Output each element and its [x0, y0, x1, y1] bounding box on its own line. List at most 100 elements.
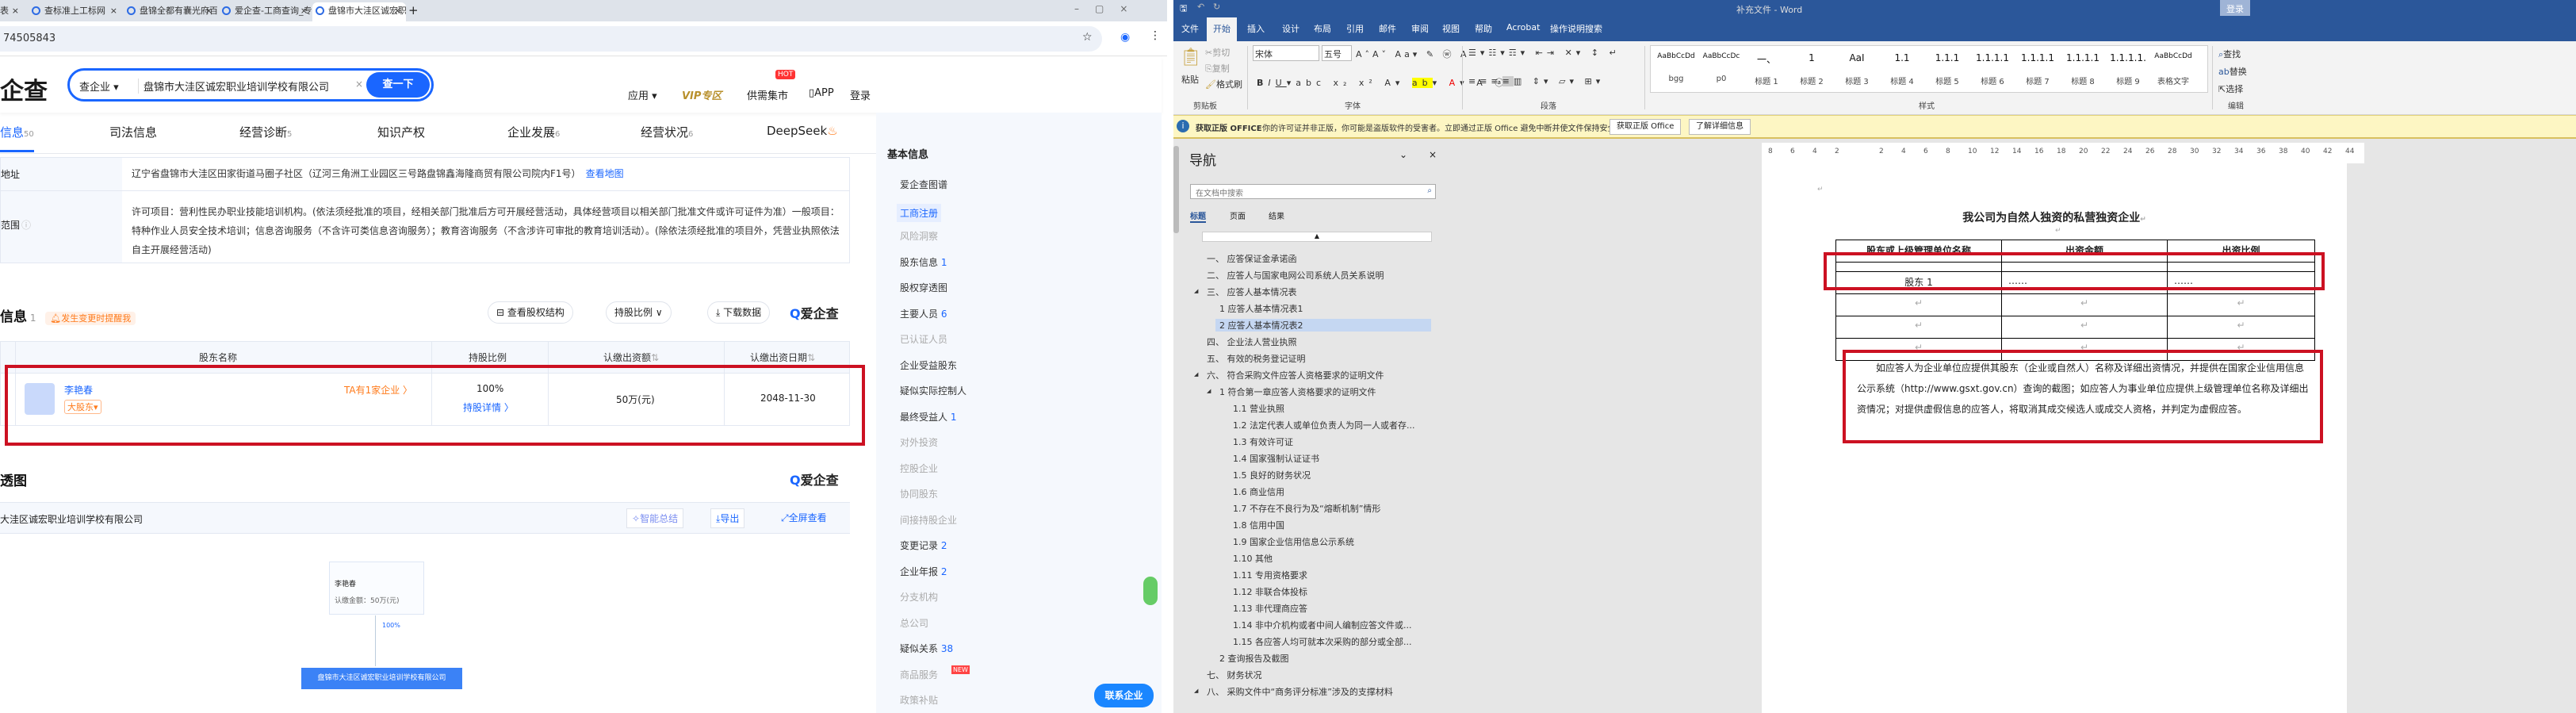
- nav-heading-item[interactable]: 2 查询报告及截图: [1219, 652, 1289, 665]
- redo-icon[interactable]: ↻: [1213, 2, 1220, 12]
- sidebar-item[interactable]: 风险洞察: [900, 229, 938, 243]
- nav-heading-item[interactable]: 1.15 各应答人均可就本次采购的部分或全部...: [1233, 635, 1411, 648]
- nav-heading-item[interactable]: 1.14 非中介机构或者中间人编制应答文件或...: [1233, 619, 1411, 631]
- style-label[interactable]: 标题 8: [2061, 75, 2105, 86]
- style-preview[interactable]: 1.1.1: [1925, 52, 1969, 63]
- expand-arrow-icon[interactable]: ◢: [1194, 688, 1198, 694]
- font-name-select[interactable]: 宋体: [1253, 45, 1319, 61]
- ribbon-tab[interactable]: 邮件: [1379, 22, 1396, 35]
- style-preview[interactable]: AaI: [1835, 52, 1879, 63]
- view-structure-button[interactable]: ⊟ 查看股权结构: [488, 301, 573, 324]
- style-preview[interactable]: AaBbCcDc: [1699, 52, 1743, 60]
- paste-button[interactable]: 粘贴: [1181, 73, 1199, 86]
- sidebar-item[interactable]: 股东信息 1: [900, 255, 947, 269]
- nav-heading-item[interactable]: 二、 应答人与国家电网公司系统人员关系说明: [1207, 269, 1384, 282]
- nav-heading-item[interactable]: 四、 企业法人营业执照: [1207, 335, 1297, 348]
- nav-heading-item[interactable]: 1.11 专用资格要求: [1233, 569, 1307, 581]
- style-label[interactable]: 标题 7: [2015, 75, 2060, 86]
- nav-tab-results[interactable]: 结果: [1269, 209, 1284, 221]
- nav-heading-item[interactable]: 1.8 信用中国: [1233, 519, 1284, 531]
- scroll-up-button[interactable]: ▲: [1202, 232, 1432, 242]
- doc-cell[interactable]: ↵: [2167, 293, 2315, 316]
- style-label[interactable]: 标题 6: [1970, 75, 2015, 86]
- doc-cell[interactable]: ↵: [2167, 316, 2315, 339]
- nav-heading-item[interactable]: 1.5 良好的财务状况: [1233, 469, 1311, 481]
- expand-arrow-icon[interactable]: ◢: [1194, 288, 1198, 294]
- market-link[interactable]: 供需集市: [747, 87, 788, 102]
- doc-cell[interactable]: ↵: [1835, 316, 2002, 339]
- sidebar-item[interactable]: 股权穿透图: [900, 281, 947, 294]
- nav-heading-item[interactable]: 1.3 有效许可证: [1233, 435, 1293, 448]
- doc-cell[interactable]: ↵: [2001, 293, 2168, 316]
- site-logo[interactable]: 爱企查: [0, 71, 48, 106]
- sidebar-item[interactable]: 变更记录 2: [900, 539, 947, 552]
- sidebar-item[interactable]: 已认证人员: [900, 332, 947, 346]
- browser-tab-active[interactable]: 盘锦市大洼区诚宏职业培训学校×: [312, 2, 406, 21]
- person-node[interactable]: 李艳春 认缴金额：50万(元): [329, 562, 424, 615]
- change-alert-button[interactable]: 🔔︎发生变更时提醒我: [45, 312, 136, 325]
- floating-widget-icon[interactable]: [1143, 577, 1158, 605]
- ribbon-tab[interactable]: 开始: [1207, 17, 1237, 41]
- nav-heading-item[interactable]: 2 应答人基本情况表2: [1215, 319, 1431, 332]
- nav-heading-item[interactable]: 1.9 国家企业信用信息公示系统: [1233, 535, 1354, 548]
- style-label[interactable]: 标题 4: [1880, 75, 1924, 86]
- style-label[interactable]: 标题 5: [1925, 75, 1969, 86]
- sidebar-item[interactable]: 分支机构: [900, 590, 938, 604]
- font-size-buttons[interactable]: A˄A˅ Aa▾ ✎ ⓦ A: [1356, 48, 1470, 60]
- sidebar-item[interactable]: 爱企查图谱: [900, 178, 947, 191]
- expand-arrow-icon[interactable]: ◢: [1207, 388, 1211, 394]
- sidebar-item[interactable]: 总公司: [900, 616, 928, 630]
- tab-ip[interactable]: 知识产权: [377, 124, 425, 140]
- nav-heading-item[interactable]: ◢ 六、 符合采购文件应答人资格要求的证明文件: [1194, 369, 1384, 381]
- find-button[interactable]: ⌕查找: [2218, 48, 2241, 60]
- style-label[interactable]: p0: [1699, 75, 1743, 83]
- fullscreen-button[interactable]: ⤢全屏查看: [781, 511, 827, 524]
- style-label[interactable]: 标题 1: [1744, 75, 1789, 86]
- select-button[interactable]: ⇱选择: [2218, 82, 2243, 95]
- align-buttons[interactable]: ≡≡≡≡▥ ⇕▾ ▱▾ ⊞▾: [1468, 76, 1604, 86]
- tab-deepseek[interactable]: DeepSeek♨: [767, 124, 838, 138]
- style-label[interactable]: 标题 2: [1789, 75, 1834, 86]
- login-button[interactable]: 登录: [2220, 0, 2250, 17]
- clear-icon[interactable]: ×: [355, 79, 363, 90]
- tell-me-search[interactable]: 操作说明搜索: [1550, 22, 1602, 35]
- close-icon[interactable]: ×: [1429, 149, 1437, 160]
- window-controls[interactable]: –▢×: [1074, 3, 1143, 14]
- ribbon-tab[interactable]: 视图: [1442, 22, 1460, 35]
- new-tab-button[interactable]: +: [408, 3, 419, 17]
- nav-tab-headings[interactable]: 标题: [1190, 209, 1206, 223]
- ribbon-tab[interactable]: 设计: [1282, 22, 1299, 35]
- sidebar-item[interactable]: 企业受益股东: [900, 358, 957, 372]
- ribbon-tab[interactable]: 文件: [1181, 22, 1199, 35]
- sidebar-item[interactable]: 主要人员 6: [900, 307, 947, 320]
- nav-heading-item[interactable]: 1.2 法定代表人或单位负责人为同一人或者存...: [1233, 419, 1414, 431]
- nav-heading-item[interactable]: 1.6 商业信用: [1233, 485, 1284, 498]
- help-icon[interactable]: ⓘ: [21, 218, 31, 232]
- sidebar-item[interactable]: 商品服务: [900, 668, 938, 681]
- undo-icon[interactable]: ↶: [1197, 2, 1204, 12]
- style-preview[interactable]: AaBbCcDd: [1654, 52, 1698, 60]
- close-icon[interactable]: ×: [300, 2, 308, 20]
- sidebar-item[interactable]: 最终受益人 1: [900, 410, 956, 424]
- style-preview[interactable]: 1.1.1.1: [1970, 52, 2015, 63]
- nav-heading-item[interactable]: 1.12 非联合体投标: [1233, 585, 1307, 598]
- style-preview[interactable]: 一、: [1744, 52, 1789, 66]
- sidebar-item[interactable]: 政策补贴: [900, 693, 938, 707]
- style-preview[interactable]: 1.1.1.1: [2061, 52, 2105, 63]
- list-buttons[interactable]: ☰▾☷▾☶▾ ⇤⇥ ✕▾ ↕ ↵: [1468, 48, 1621, 58]
- ribbon-tab[interactable]: Acrobat: [1506, 22, 1540, 33]
- style-preview[interactable]: 1: [1789, 52, 1834, 63]
- style-label[interactable]: bgg: [1654, 75, 1698, 83]
- close-icon[interactable]: ×: [110, 2, 117, 20]
- format-painter-button[interactable]: 🖌︎格式刷: [1205, 78, 1242, 90]
- nav-heading-item[interactable]: 1.13 非代理商应答: [1233, 602, 1307, 615]
- profile-icon[interactable]: ◉: [1120, 31, 1130, 44]
- sidebar-item[interactable]: 工商注册: [897, 203, 942, 222]
- close-icon[interactable]: ×: [205, 2, 212, 20]
- apps-menu[interactable]: 应用 ▾: [628, 87, 657, 102]
- ribbon-tab[interactable]: 布局: [1314, 22, 1331, 35]
- tab-operation[interactable]: 经营状况6: [641, 124, 693, 140]
- menu-icon[interactable]: ⋮: [1150, 29, 1161, 42]
- login-link[interactable]: 登录: [850, 87, 871, 102]
- export-button[interactable]: ⤓导出: [710, 508, 745, 528]
